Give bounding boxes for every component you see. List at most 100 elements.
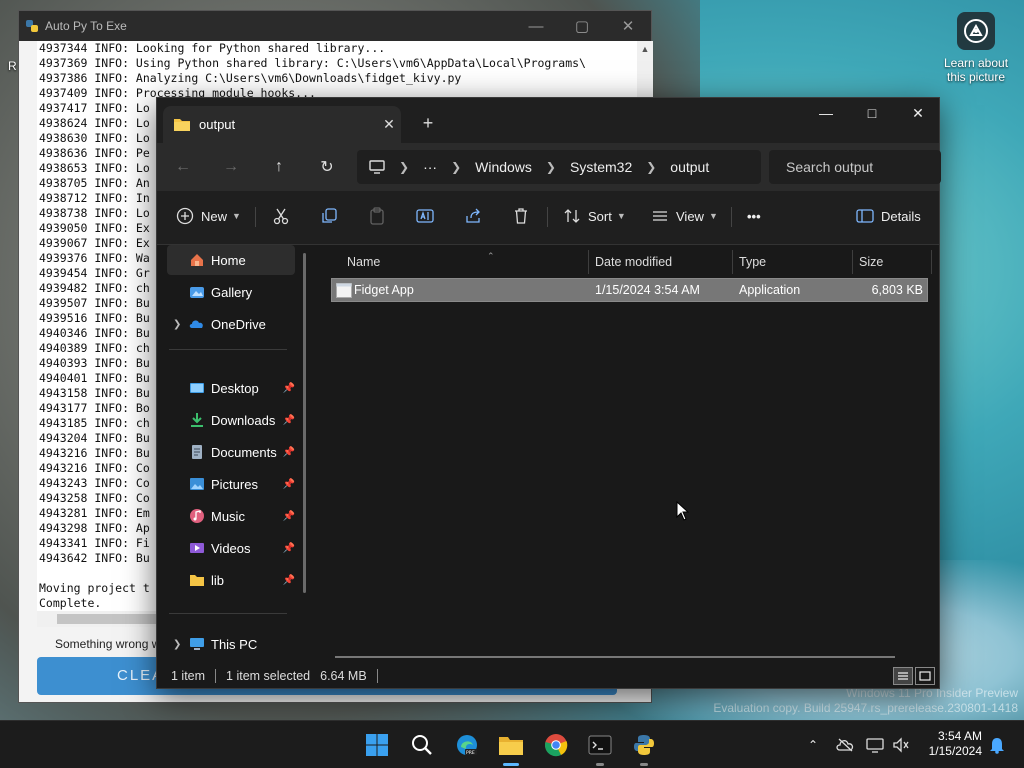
search-input[interactable]: Search output (769, 150, 941, 184)
chevron-down-icon: ▼ (708, 211, 718, 221)
nav-scrollbar[interactable] (303, 253, 306, 593)
more-options-icon[interactable]: ••• (747, 201, 761, 231)
nav-item-home[interactable]: Home (167, 245, 295, 275)
column-divider[interactable] (732, 250, 733, 274)
maximize-button[interactable]: □ (849, 98, 895, 128)
maximize-button[interactable]: ▢ (559, 11, 605, 41)
show-hidden-icons-chevron-icon[interactable]: ⌃ (802, 734, 824, 756)
table-row[interactable]: Fidget App 1/15/2024 3:54 AM Application… (331, 278, 928, 302)
breadcrumb-system32[interactable]: System32 (570, 159, 632, 175)
tab-close-icon[interactable]: ✕ (377, 116, 401, 133)
chevron-right-icon[interactable]: ❯ (173, 639, 181, 650)
share-button[interactable] (463, 201, 489, 231)
search-button[interactable] (406, 729, 438, 761)
notification-bell-icon[interactable] (986, 734, 1008, 756)
folder-icon (499, 737, 523, 755)
taskbar-file-explorer[interactable] (495, 729, 527, 766)
something-wrong-link[interactable]: Something wrong w (55, 637, 160, 651)
command-bar: New ▼ Sort ▼ View ▼ ••• Details (157, 191, 939, 245)
column-header-size[interactable]: Size (859, 250, 883, 274)
nav-item-music[interactable]: Music 📌 (167, 501, 295, 531)
view-button[interactable]: View ▼ (650, 201, 718, 231)
status-bar: 1 item 1 item selected 6.64 MB (157, 664, 939, 688)
nav-item-lib[interactable]: lib 📌 (167, 565, 295, 595)
taskbar-chrome[interactable] (540, 729, 572, 761)
pin-icon[interactable]: 📌 (283, 415, 295, 426)
onedrive-cloud-icon (189, 320, 203, 328)
console-line: 4937344 INFO: Looking for Python shared … (39, 41, 386, 55)
details-pane-button[interactable]: Details (855, 201, 921, 231)
nav-item-downloads[interactable]: Downloads 📌 (167, 405, 295, 435)
explorer-tabbar[interactable]: output ✕ + — □ ✕ (157, 98, 939, 143)
pin-icon[interactable]: 📌 (283, 447, 295, 458)
chevron-right-icon[interactable]: ❯ (173, 319, 181, 330)
column-header-date[interactable]: Date modified (595, 250, 672, 274)
nav-item-desktop[interactable]: Desktop 📌 (167, 373, 295, 403)
cut-button[interactable] (271, 201, 297, 231)
up-arrow-icon[interactable]: ↑ (265, 153, 293, 181)
delete-button[interactable] (511, 201, 537, 231)
windows-logo-icon (366, 734, 388, 756)
autopytoexe-titlebar[interactable]: Auto Py To Exe — ▢ ✕ (19, 11, 651, 41)
new-tab-button[interactable]: + (415, 110, 441, 136)
column-divider[interactable] (852, 250, 853, 274)
column-header-type[interactable]: Type (739, 250, 766, 274)
chevron-right-icon: ❯ (451, 160, 462, 174)
forward-arrow-icon[interactable]: → (217, 153, 245, 181)
pin-icon[interactable]: 📌 (283, 575, 295, 586)
network-icon[interactable] (864, 734, 886, 756)
close-button[interactable]: ✕ (605, 11, 651, 41)
pin-icon[interactable]: 📌 (283, 543, 295, 554)
pin-icon[interactable]: 📌 (283, 383, 295, 394)
column-header-name[interactable]: ⌃ Name (347, 250, 495, 274)
start-button[interactable] (361, 729, 393, 761)
nav-item-pictures[interactable]: Pictures 📌 (167, 469, 295, 499)
learn-about-picture-widget[interactable]: Learn about this picture (940, 12, 1012, 84)
breadcrumb-output[interactable]: output (670, 159, 709, 175)
paste-button[interactable] (367, 201, 393, 231)
nav-item-this-pc[interactable]: ❯ This PC (167, 629, 295, 659)
file-type: Application (739, 283, 801, 297)
onedrive-offline-icon[interactable] (834, 734, 856, 756)
tab-label: output (199, 117, 236, 132)
nav-item-gallery[interactable]: Gallery (167, 277, 295, 307)
status-item-count: 1 item (171, 669, 206, 683)
taskbar-terminal[interactable] (584, 729, 616, 766)
pin-icon[interactable]: 📌 (283, 479, 295, 490)
copy-button[interactable] (319, 201, 345, 231)
refresh-icon[interactable]: ↻ (313, 153, 341, 181)
new-label: New (201, 208, 228, 224)
breadcrumb-windows[interactable]: Windows (475, 159, 532, 175)
pin-icon[interactable]: 📌 (283, 511, 295, 522)
taskbar-edge-beta[interactable]: PRE (451, 729, 483, 761)
file-list-scrollbar[interactable] (335, 656, 895, 658)
nav-item-onedrive[interactable]: ❯ OneDrive (167, 309, 295, 339)
scroll-up-arrow[interactable]: ▲ (637, 41, 653, 57)
rename-button[interactable] (415, 201, 441, 231)
column-divider[interactable] (588, 250, 589, 274)
nav-item-videos[interactable]: Videos 📌 (167, 533, 295, 563)
taskbar-clock[interactable]: 3:54 AM 1/15/2024 (920, 729, 982, 759)
minimize-button[interactable]: — (803, 98, 849, 128)
column-divider[interactable] (931, 250, 932, 274)
new-button[interactable]: New ▼ (175, 201, 241, 231)
python-icon (634, 735, 654, 755)
breadcrumb[interactable]: ❯ ··· ❯ Windows ❯ System32 ❯ output (357, 150, 761, 184)
toolbar-divider (255, 207, 256, 227)
view-label: View (676, 208, 704, 224)
nav-label-this-pc: This PC (211, 636, 258, 652)
back-arrow-icon[interactable]: ← (169, 153, 197, 181)
folder-icon (190, 575, 204, 586)
tiles-view-icon[interactable] (915, 667, 935, 685)
details-view-icon[interactable] (893, 667, 913, 685)
taskbar-python[interactable] (628, 729, 660, 766)
overflow-dots-icon[interactable]: ··· (423, 159, 437, 175)
nav-item-documents[interactable]: Documents 📌 (167, 437, 295, 467)
video-icon (190, 543, 204, 553)
close-button[interactable]: ✕ (895, 98, 941, 128)
volume-muted-icon[interactable] (890, 734, 912, 756)
navigation-pane: Home Gallery ❯ OneDrive Desktop 📌 Downlo… (157, 245, 309, 663)
sort-button[interactable]: Sort ▼ (562, 201, 626, 231)
minimize-button[interactable]: — (513, 11, 559, 41)
tab-output[interactable]: output ✕ (163, 106, 401, 143)
